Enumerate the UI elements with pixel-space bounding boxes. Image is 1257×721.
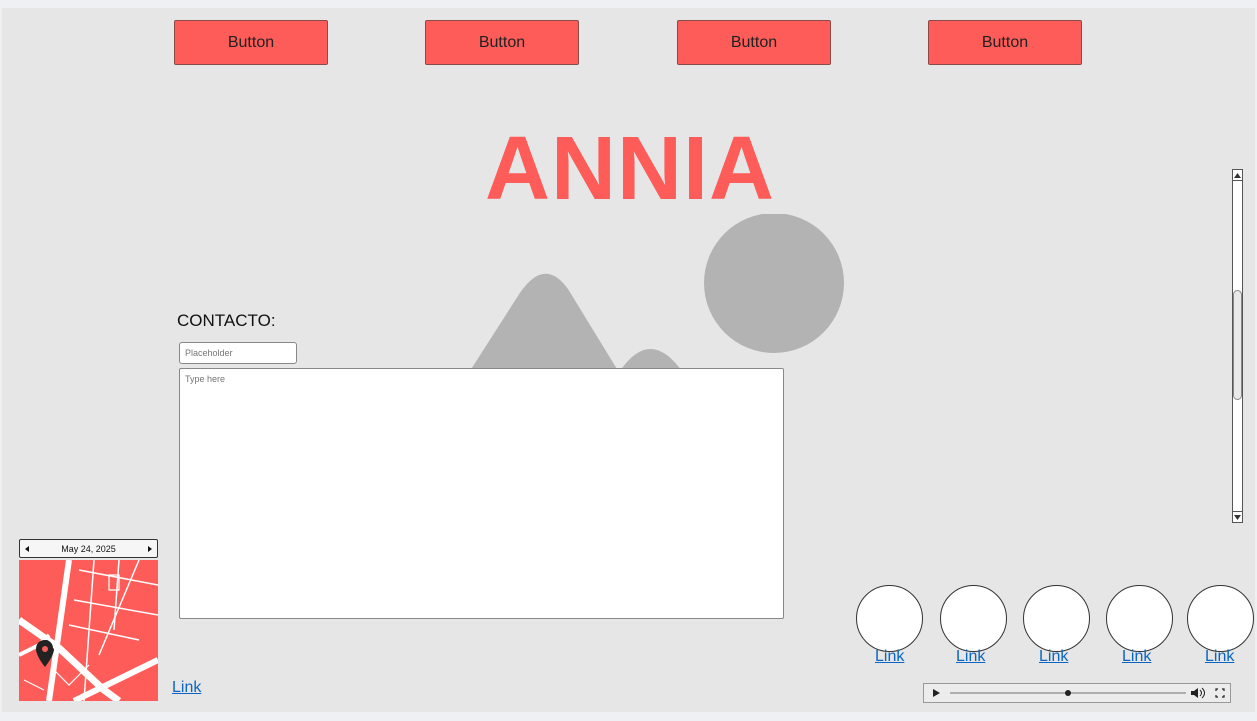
contact-message-textarea[interactable] [179,368,784,619]
sun-shape [704,214,844,353]
map-widget[interactable] [19,560,158,701]
avatar-link-5[interactable]: Link [1205,648,1234,666]
volume-icon[interactable] [1191,687,1205,699]
contact-label: CONTACTO: [177,311,276,330]
nav-button-4[interactable]: Button [928,20,1082,65]
nav-button-3[interactable]: Button [677,20,831,65]
avatar[interactable] [1106,585,1173,652]
avatar-link-1[interactable]: Link [875,648,904,666]
scroll-down-arrow-icon[interactable] [1233,511,1242,522]
mountain-shape [468,273,620,374]
contact-name-input[interactable] [179,342,297,364]
date-value: May 24, 2025 [61,543,116,554]
avatar-link-4[interactable]: Link [1122,648,1151,666]
scroll-up-arrow-icon[interactable] [1233,170,1242,181]
fullscreen-icon[interactable] [1215,688,1225,698]
avatar-link-3[interactable]: Link [1039,648,1068,666]
wireframe-canvas: Button Button Button Button ANNIA CONTAC… [2,8,1255,712]
vertical-scrollbar[interactable] [1232,169,1243,523]
bottom-left-link[interactable]: Link [172,679,201,697]
avatar-link-2[interactable]: Link [956,648,985,666]
date-picker[interactable]: May 24, 2025 [19,539,158,558]
scroll-thumb[interactable] [1233,290,1242,400]
media-player[interactable] [923,683,1231,703]
page-title: ANNIA [485,119,775,219]
play-icon[interactable] [933,689,940,697]
prev-date-arrow-icon[interactable] [25,544,29,554]
nav-button-1[interactable]: Button [174,20,328,65]
avatar[interactable] [1023,585,1090,652]
image-placeholder [468,214,844,374]
seek-knob[interactable] [1065,690,1071,696]
next-date-arrow-icon[interactable] [147,544,152,554]
avatar[interactable] [1187,585,1254,652]
nav-button-2[interactable]: Button [425,20,579,65]
avatar[interactable] [940,585,1007,652]
avatar[interactable] [856,585,923,652]
